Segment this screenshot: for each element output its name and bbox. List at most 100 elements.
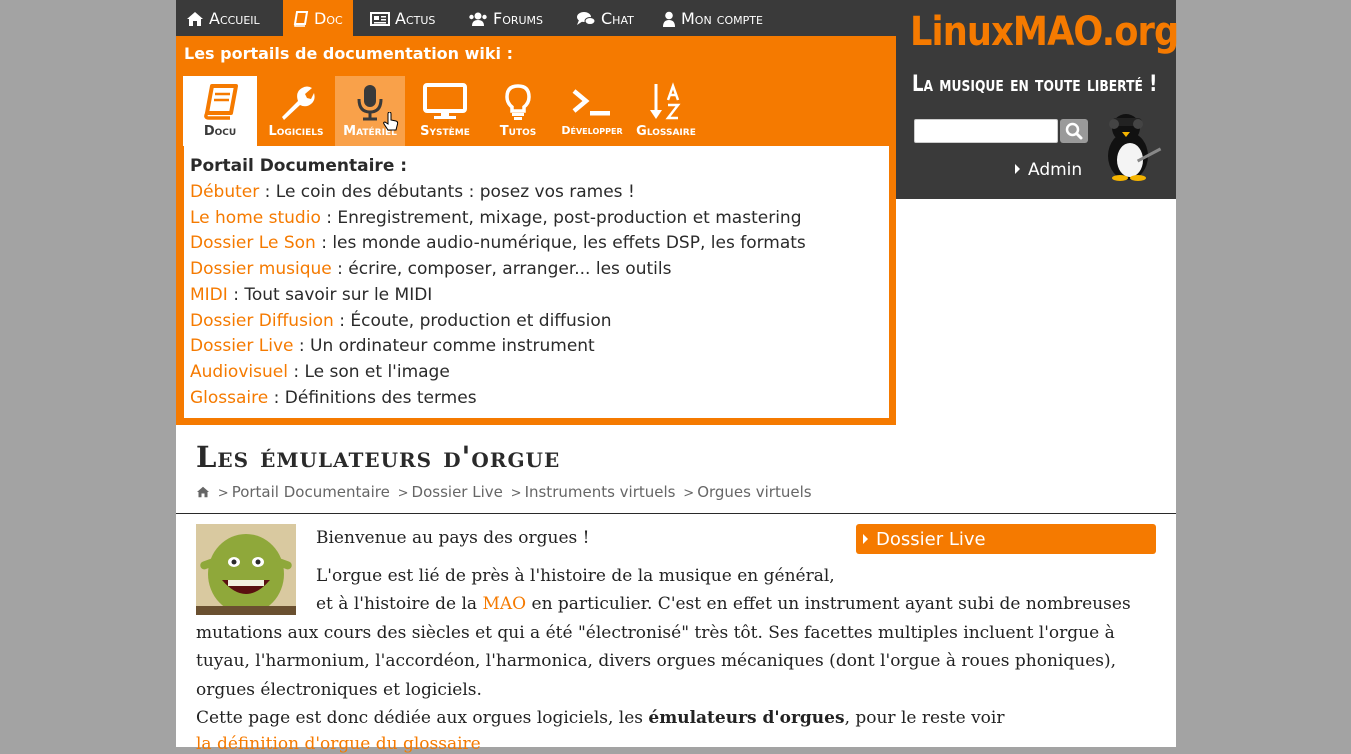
terminal-icon	[572, 89, 610, 116]
nav-label: Mon compte	[681, 9, 763, 28]
top-navigation: Accueil Doc Actus Forums Chat Mon compte	[176, 0, 896, 36]
tab-docu[interactable]: Docu	[183, 76, 257, 146]
portal-link-midi[interactable]: MIDI	[190, 285, 228, 305]
list-item: MIDI : Tout savoir sur le MIDI	[190, 285, 432, 305]
nav-doc[interactable]: Doc	[283, 0, 353, 36]
breadcrumb-item[interactable]: Portail Documentaire	[232, 483, 390, 501]
bold-term: émulateurs d'orgues	[648, 708, 845, 728]
portal-desc: : Le coin des débutants : posez vos rame…	[259, 182, 635, 202]
page: Accueil Doc Actus Forums Chat Mon compte…	[176, 0, 1179, 754]
dossier-live-sidebox[interactable]: Dossier Live	[856, 524, 1156, 554]
breadcrumb-item[interactable]: Dossier Live	[412, 483, 503, 501]
admin-link[interactable]: Admin	[1014, 160, 1082, 180]
user-icon	[663, 11, 675, 27]
wrench-icon	[282, 86, 315, 120]
portal-link-dossier-diffusion[interactable]: Dossier Diffusion	[190, 311, 334, 331]
tab-label: Glossaire	[636, 124, 696, 139]
nav-chat[interactable]: Chat	[566, 0, 644, 36]
brand-header: LinuxMAO.org La musique en toute liberté…	[896, 0, 1179, 199]
portal-link-dossier-musique[interactable]: Dossier musique	[190, 259, 332, 279]
paragraph-line: tuyau, l'harmonium, l'accordéon, l'harmo…	[196, 651, 1117, 671]
portal-desc: : Un ordinateur comme instrument	[293, 336, 595, 356]
admin-label: Admin	[1028, 160, 1083, 180]
documentation-portals-panel: Les portails de documentation wiki : Doc…	[176, 36, 896, 425]
intro-text: Bienvenue au pays des orgues !	[316, 528, 590, 548]
nav-accueil[interactable]: Accueil	[176, 0, 270, 36]
monitor-icon	[423, 83, 467, 119]
text-span: en particulier. C'est en effet un instru…	[526, 594, 1131, 614]
tab-label: Docu	[203, 124, 237, 139]
home-icon	[187, 12, 203, 26]
lightbulb-icon	[505, 84, 531, 120]
shrek-avatar-image	[196, 524, 296, 615]
caret-right-icon	[863, 534, 868, 544]
text-span: et à l'histoire de la	[316, 594, 483, 614]
glossary-organ-link[interactable]: la définition d'orgue du glossaire	[196, 734, 481, 754]
nav-label: Accueil	[209, 9, 260, 28]
list-item: Dossier Live : Un ordinateur comme instr…	[190, 336, 595, 356]
mao-link[interactable]: MAO	[482, 594, 526, 614]
list-item: Débuter : Le coin des débutants : posez …	[190, 182, 635, 202]
users-icon	[469, 12, 487, 26]
list-item: Glossaire : Définitions des termes	[190, 388, 477, 408]
chat-icon	[577, 12, 596, 25]
newspaper-icon	[370, 12, 390, 26]
paragraph-line: mutations aux cours des siècles et qui a…	[196, 623, 1115, 643]
page-title: Les émulateurs d'orgue	[196, 440, 561, 474]
nav-actus[interactable]: Actus	[360, 0, 445, 36]
sort-az-icon	[650, 82, 681, 120]
tab-logiciels[interactable]: Logiciels	[262, 76, 330, 146]
list-item: Dossier Le Son : les monde audio-numériq…	[190, 233, 806, 253]
breadcrumb-item[interactable]: Instruments virtuels	[525, 483, 676, 501]
nav-label: Doc	[314, 9, 343, 28]
portal-desc: : Définitions des termes	[268, 388, 477, 408]
list-item: Dossier musique : écrire, composer, arra…	[190, 259, 671, 279]
breadcrumb-separator: >	[510, 486, 522, 501]
portal-list-title: Portail Documentaire :	[190, 156, 408, 176]
breadcrumb-separator: >	[217, 486, 229, 501]
tab-systeme[interactable]: Système	[411, 76, 479, 146]
portal-desc: : Écoute, production et diffusion	[333, 311, 612, 331]
nav-label: Forums	[493, 9, 544, 28]
portal-links-list: Portail Documentaire : Débuter : Le coin…	[184, 146, 889, 418]
portal-link-dossier-live[interactable]: Dossier Live	[190, 336, 294, 356]
list-item: Audiovisuel : Le son et l'image	[190, 362, 450, 382]
tab-label: Tutos	[499, 124, 537, 139]
portal-link-audiovisuel[interactable]: Audiovisuel	[190, 362, 288, 382]
portal-desc: : écrire, composer, arranger... les outi…	[331, 259, 672, 279]
tab-label: Développer	[561, 124, 623, 137]
paragraph-line: Cette page est donc dédiée aux orgues lo…	[196, 708, 1004, 728]
nav-label: Chat	[601, 9, 634, 28]
tab-materiel[interactable]: Matériel	[335, 76, 405, 146]
nav-forums[interactable]: Forums	[458, 0, 553, 36]
list-item: Le home studio : Enregistrement, mixage,…	[190, 208, 801, 228]
home-icon[interactable]	[196, 486, 210, 498]
tab-glossaire[interactable]: Glossaire	[630, 76, 702, 146]
caret-right-icon	[1015, 164, 1020, 174]
tab-label: Système	[420, 124, 470, 139]
portal-desc: : Enregistrement, mixage, post-productio…	[320, 208, 802, 228]
portal-desc: : Le son et l'image	[287, 362, 450, 382]
portal-link-glossaire[interactable]: Glossaire	[190, 388, 268, 408]
tab-label: Logiciels	[268, 124, 324, 139]
divider	[176, 513, 1176, 514]
nav-mon-compte[interactable]: Mon compte	[652, 0, 773, 36]
search-input[interactable]	[914, 119, 1058, 143]
nav-label: Actus	[395, 9, 436, 28]
breadcrumb-item[interactable]: Orgues virtuels	[697, 483, 811, 501]
tab-tutos[interactable]: Tutos	[483, 76, 553, 146]
text-span: , pour le reste voir	[844, 708, 1005, 728]
search-button[interactable]	[1060, 119, 1088, 143]
portal-link-debuter[interactable]: Débuter	[190, 182, 259, 202]
tab-developper[interactable]: Développer	[557, 76, 627, 146]
paragraph-line: et à l'histoire de la MAO en particulier…	[316, 594, 1131, 614]
paragraph-line: orgues électroniques et logiciels.	[196, 680, 482, 700]
site-tagline: La musique en toute liberté !	[912, 72, 1158, 97]
breadcrumb: > Portail Documentaire > Dossier Live > Ins…	[196, 483, 812, 501]
list-item: Dossier Diffusion : Écoute, production e…	[190, 311, 612, 331]
portal-link-dossier-le-son[interactable]: Dossier Le Son	[190, 233, 316, 253]
hand-cursor-icon	[383, 112, 399, 131]
site-logo[interactable]: LinuxMAO.org	[910, 6, 1179, 58]
portal-link-home-studio[interactable]: Le home studio	[190, 208, 321, 228]
search-icon	[1065, 122, 1083, 140]
